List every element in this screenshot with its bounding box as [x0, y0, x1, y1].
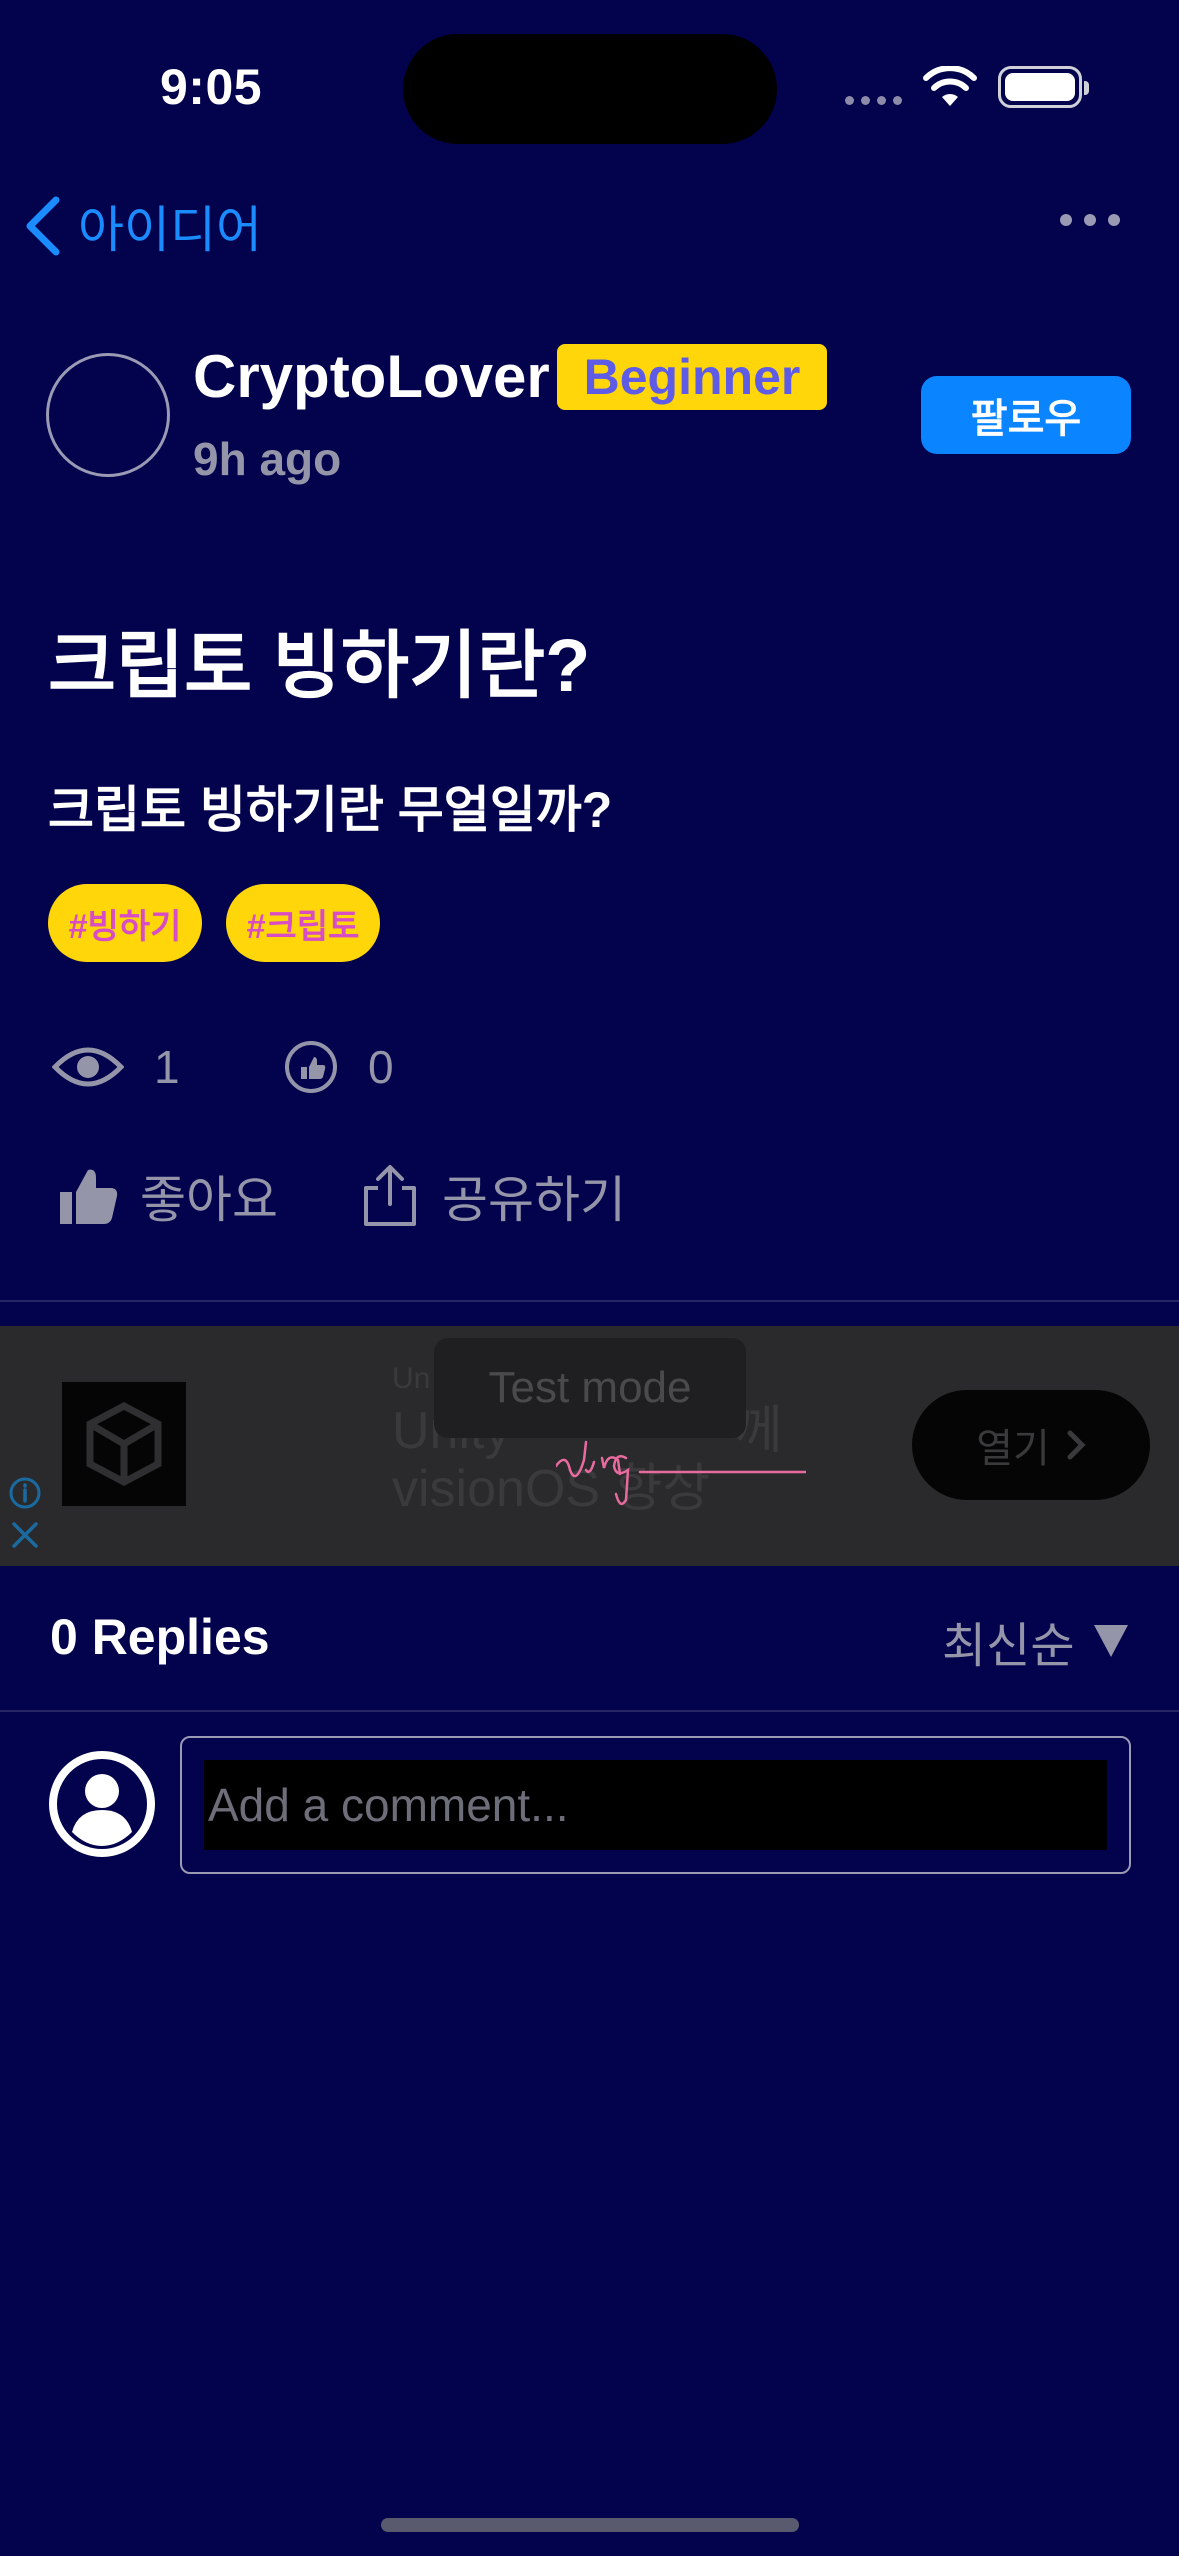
ad-info-icon[interactable]: [8, 1476, 42, 1510]
post-body: 크립토 빙하기란 무얼일까?: [48, 782, 613, 838]
loading-scribble: [556, 1440, 806, 1506]
ad-open-button[interactable]: 열기: [912, 1390, 1150, 1500]
thumbs-up-circle-icon: [285, 1041, 337, 1093]
comment-input[interactable]: [204, 1760, 1107, 1850]
replies-count: 0 Replies: [50, 1609, 270, 1665]
cellular-signal-icon: [845, 96, 902, 105]
divider: [0, 1710, 1179, 1712]
test-mode-badge: Test mode: [434, 1338, 746, 1438]
ad-open-label: 열기: [976, 1427, 1050, 1471]
author-name[interactable]: CryptoLover: [193, 342, 550, 411]
comment-box[interactable]: [180, 1736, 1131, 1874]
wifi-icon: [923, 66, 977, 106]
author-avatar[interactable]: [46, 353, 170, 477]
sort-dropdown[interactable]: 최신순: [942, 1606, 1129, 1676]
more-options-icon[interactable]: [1060, 214, 1120, 226]
share-label: 공유하기: [442, 1172, 626, 1228]
share-button[interactable]: 공유하기: [358, 1160, 626, 1232]
chevron-right-icon: [1067, 1430, 1086, 1460]
ad-advertiser: Un: [392, 1362, 431, 1395]
like-button[interactable]: 좋아요: [56, 1160, 278, 1232]
battery-icon: [998, 66, 1089, 108]
chevron-left-icon: [26, 196, 60, 256]
back-label: 아이디어: [78, 202, 262, 258]
triangle-down-icon: [1094, 1625, 1129, 1657]
user-avatar-icon: [49, 1751, 155, 1857]
view-count-value: 1: [154, 1041, 180, 1093]
like-count-value: 0: [368, 1041, 394, 1093]
ad-banner[interactable]: Un Unity 께 visionOS 향상 Test mode 열기: [0, 1326, 1179, 1566]
thumbs-up-icon: [60, 1169, 118, 1224]
divider: [0, 1300, 1179, 1302]
tag-chip[interactable]: #빙하기: [48, 884, 202, 962]
back-button[interactable]: 아이디어: [24, 190, 262, 262]
ad-close-icon[interactable]: [8, 1518, 42, 1552]
tag-chip[interactable]: #크립토: [226, 884, 380, 962]
share-icon: [364, 1165, 416, 1226]
like-label: 좋아요: [140, 1172, 278, 1228]
dynamic-island: [403, 34, 777, 144]
like-count: 0: [284, 1040, 394, 1094]
status-time: 9:05: [160, 59, 263, 115]
unity-cube-icon: [86, 1402, 162, 1486]
home-indicator[interactable]: [381, 2518, 799, 2532]
post-timestamp: 9h ago: [193, 433, 342, 485]
unity-logo: [62, 1382, 186, 1506]
eye-icon: [52, 1047, 124, 1087]
level-badge: Beginner: [557, 344, 827, 410]
follow-button[interactable]: 팔로우: [921, 376, 1131, 454]
post-title: 크립토 빙하기란?: [48, 624, 591, 707]
view-count: 1: [52, 1040, 180, 1094]
sort-label: 최신순: [942, 1620, 1075, 1673]
